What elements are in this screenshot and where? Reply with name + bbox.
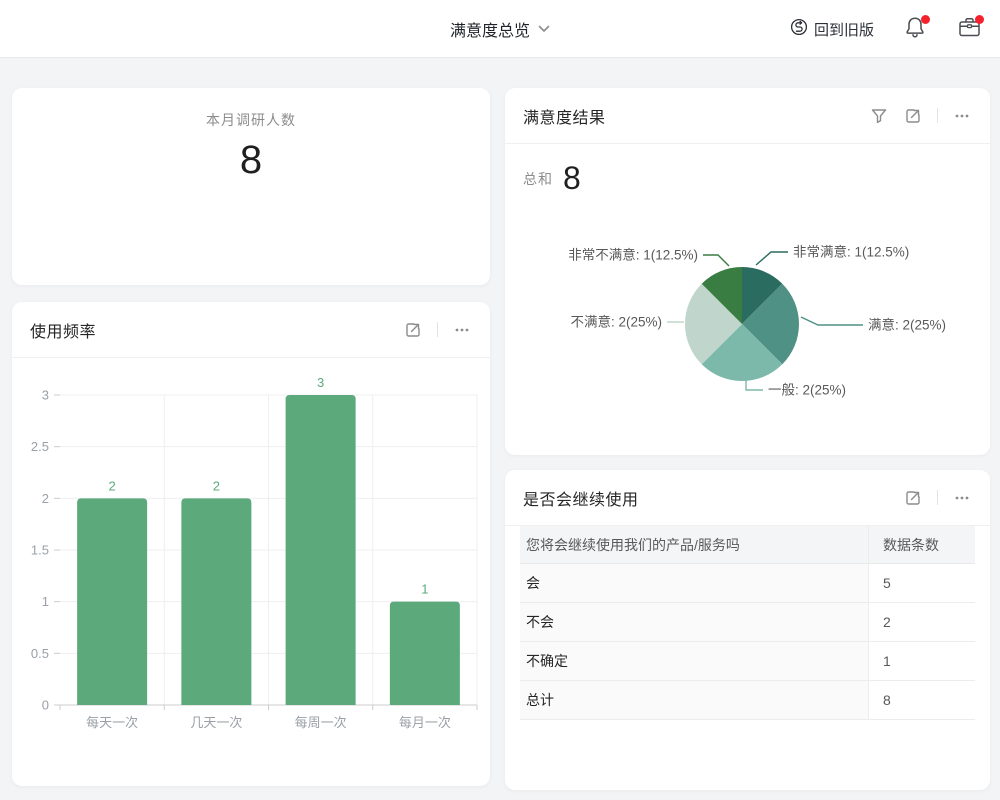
divider	[937, 490, 938, 505]
export-icon[interactable]	[903, 488, 923, 508]
table-row: 不确定 1	[520, 642, 975, 681]
x-axis-label: 每月一次	[399, 715, 451, 730]
row-label: 会	[520, 564, 868, 602]
switch-version-icon	[790, 18, 808, 40]
results-table: 您将会继续使用我们的产品/服务吗 数据条数 会 5 不会 2 不确定 1 总计 …	[520, 526, 975, 720]
pie-chart: 非常满意: 1(12.5%) 满意: 2(25%) 一般: 2(25%) 不满意: 2…	[505, 226, 990, 416]
x-axis-label: 每周一次	[295, 715, 347, 730]
svg-text:2: 2	[42, 491, 49, 506]
pie-callout-line	[801, 317, 863, 325]
pie-label: 不满意: 2(25%)	[570, 314, 662, 330]
back-to-old-label: 回到旧版	[814, 19, 874, 40]
table-row: 总计 8	[520, 681, 975, 720]
divider	[937, 108, 938, 123]
stat-value: 8	[240, 138, 262, 183]
svg-text:0: 0	[42, 698, 49, 713]
svg-text:1.5: 1.5	[31, 543, 49, 558]
notifications-button[interactable]	[902, 16, 928, 42]
bar-value-label: 2	[213, 478, 220, 493]
svg-text:3: 3	[42, 388, 49, 403]
divider	[437, 322, 438, 337]
stat-title: 本月调研人数	[206, 110, 296, 130]
pie-label: 非常不满意: 1(12.5%)	[568, 247, 698, 263]
more-icon[interactable]	[452, 320, 472, 340]
x-axis-label: 每天一次	[86, 715, 138, 730]
row-value: 8	[868, 681, 975, 719]
pie-callout-line	[703, 255, 729, 266]
table-row: 会 5	[520, 564, 975, 603]
usage-frequency-card: 使用频率 0 0.5 1 1.5 2 2.5 3 2 每天一次 2 几天一次 3 每周一次 1 每月一次	[12, 302, 490, 786]
chevron-down-icon	[538, 20, 550, 38]
svg-text:0.5: 0.5	[31, 646, 49, 661]
more-icon[interactable]	[952, 106, 972, 126]
pie-callout-line	[756, 252, 788, 265]
bar-value-label: 2	[109, 478, 116, 493]
x-axis-label: 几天一次	[190, 715, 242, 730]
bar	[286, 395, 356, 705]
page-title: 满意度总览	[450, 17, 530, 41]
bar-value-label: 3	[317, 375, 324, 390]
pie-label: 非常满意: 1(12.5%)	[793, 244, 909, 260]
bar	[390, 602, 460, 705]
card-title: 使用频率	[30, 318, 96, 342]
bar	[77, 498, 147, 705]
row-value: 2	[868, 603, 975, 641]
pie-label: 满意: 2(25%)	[868, 317, 946, 333]
more-icon[interactable]	[952, 488, 972, 508]
table-header-row: 您将会继续使用我们的产品/服务吗 数据条数	[520, 526, 975, 564]
filter-icon[interactable]	[869, 106, 889, 126]
table-header-count: 数据条数	[868, 526, 975, 563]
svg-text:1: 1	[42, 594, 49, 609]
export-icon[interactable]	[903, 106, 923, 126]
svg-text:2.5: 2.5	[31, 439, 49, 454]
back-to-old-version-button[interactable]: 回到旧版	[790, 18, 874, 40]
total-label: 总和	[523, 169, 553, 194]
workbench-badge	[975, 15, 984, 24]
continue-use-card: 是否会继续使用 您将会继续使用我们的产品/服务吗 数据条数 会 5	[505, 470, 990, 790]
row-value: 1	[868, 642, 975, 680]
bar	[181, 498, 251, 705]
satisfaction-result-card: 满意度结果 总和 8 非常满意: 1(12.5%	[505, 88, 990, 455]
row-label: 不确定	[520, 642, 868, 680]
pie-label: 一般: 2(25%)	[768, 383, 846, 398]
monthly-respondents-card: 本月调研人数 8	[12, 88, 490, 285]
table-header-question: 您将会继续使用我们的产品/服务吗	[520, 535, 868, 555]
card-title: 是否会继续使用	[523, 486, 639, 510]
workbench-button[interactable]	[956, 16, 982, 42]
export-icon[interactable]	[403, 320, 423, 340]
total-value: 8	[563, 162, 581, 194]
bar-value-label: 1	[421, 582, 428, 597]
top-header: 满意度总览 回到旧版	[0, 0, 1000, 58]
row-value: 5	[868, 564, 975, 602]
row-label: 总计	[520, 681, 868, 719]
notification-badge	[921, 15, 930, 24]
bar-chart: 0 0.5 1 1.5 2 2.5 3 2 每天一次 2 几天一次 3 每周一次 1 每月一次	[12, 362, 490, 774]
table-row: 不会 2	[520, 603, 975, 642]
card-title: 满意度结果	[523, 104, 606, 128]
row-label: 不会	[520, 603, 868, 641]
